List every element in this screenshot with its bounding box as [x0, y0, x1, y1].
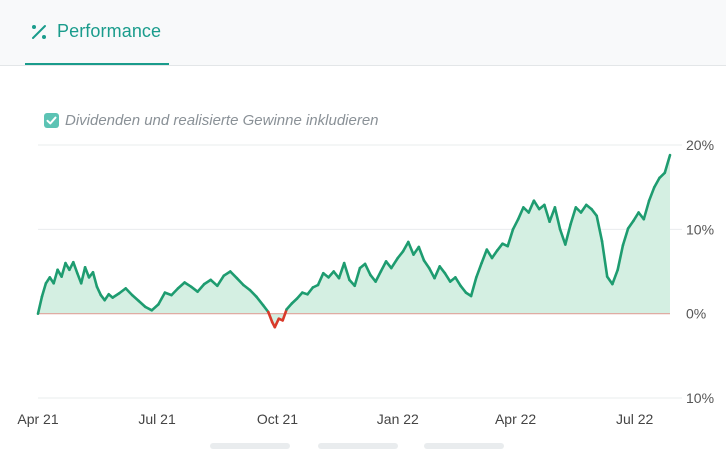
x-tick-label: Jul 21: [138, 411, 176, 427]
performance-line-negative-segment: [281, 308, 288, 322]
x-tick-label: Apr 22: [495, 411, 536, 427]
range-tab[interactable]: [424, 443, 504, 449]
y-tick-label: 20%: [686, 137, 714, 153]
range-tab[interactable]: [318, 443, 398, 449]
x-tick-label: Apr 21: [17, 411, 58, 427]
performance-chart[interactable]: 20% 10% 0% 10% Apr 21 Jul 21 Oct 21 Jan 22 Apr 2…: [0, 0, 726, 447]
range-tab[interactable]: [210, 443, 290, 449]
x-tick-label: Jan 22: [377, 411, 419, 427]
y-tick-label: 0%: [686, 306, 706, 322]
y-tick-label: 10%: [686, 221, 714, 237]
x-tick-label: Jul 22: [616, 411, 654, 427]
y-tick-label: 10%: [686, 390, 714, 406]
performance-area: [38, 155, 670, 328]
x-tick-label: Oct 21: [257, 411, 298, 427]
